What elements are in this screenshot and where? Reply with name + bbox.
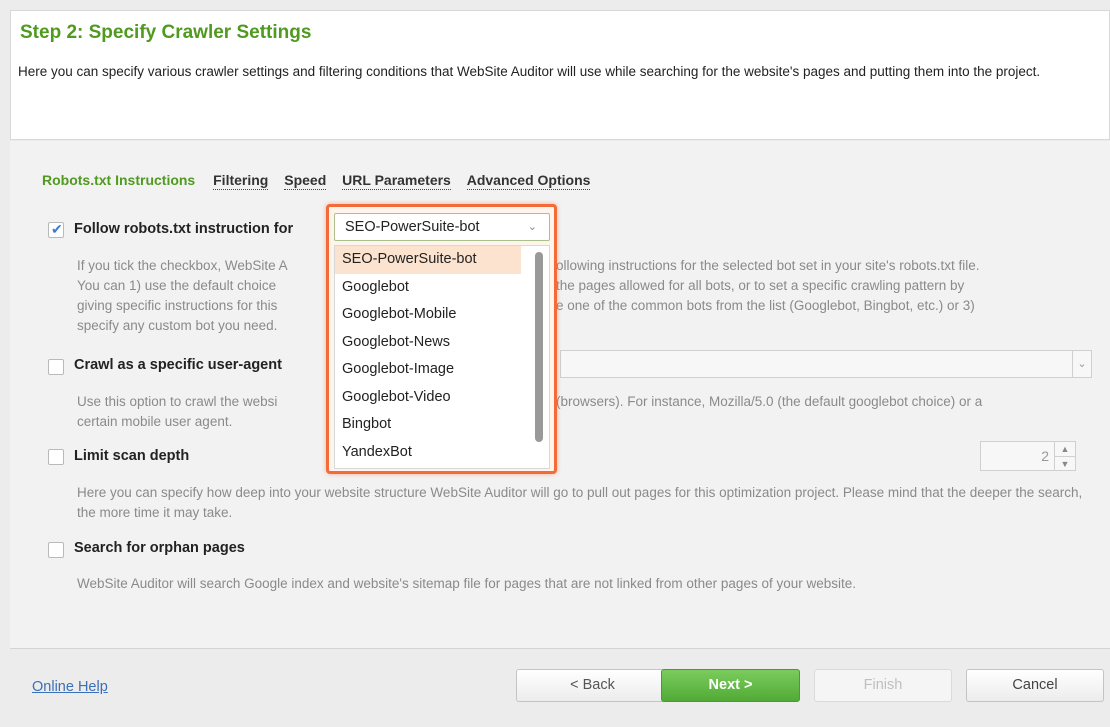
useragent-select[interactable]: ⌄ bbox=[560, 350, 1092, 378]
bot-select[interactable]: SEO-PowerSuite-bot ⌄ bbox=[334, 213, 550, 241]
bot-option-googlebot-news[interactable]: Googlebot-News bbox=[335, 329, 521, 357]
dropdown-scrollbar[interactable] bbox=[535, 252, 543, 442]
orphan-checkbox[interactable] bbox=[48, 542, 64, 558]
online-help-link[interactable]: Online Help bbox=[32, 679, 108, 695]
finish-button[interactable]: Finish bbox=[814, 669, 952, 702]
bot-option-yandexbot[interactable]: YandexBot bbox=[335, 439, 521, 467]
arrow-down-icon[interactable]: ▼ bbox=[1055, 457, 1075, 471]
bot-option-googlebot-mobile[interactable]: Googlebot-Mobile bbox=[335, 301, 521, 329]
cancel-button[interactable]: Cancel bbox=[966, 669, 1104, 702]
bot-option-googlebot[interactable]: Googlebot bbox=[335, 274, 521, 302]
orphan-help: WebSite Auditor will search Google index… bbox=[77, 576, 856, 591]
tab-speed[interactable]: Speed bbox=[284, 172, 327, 190]
robots-checkbox[interactable] bbox=[48, 221, 64, 238]
back-button[interactable]: < Back bbox=[516, 669, 669, 702]
depth-help: Here you can specify how deep into your … bbox=[77, 485, 1083, 520]
bot-option-seo-powersuite-bot[interactable]: SEO-PowerSuite-bot bbox=[335, 246, 521, 274]
chevron-down-icon[interactable]: ⌄ bbox=[528, 220, 537, 233]
bot-option-googlebot-video[interactable]: Googlebot-Video bbox=[335, 384, 521, 412]
arrow-up-icon[interactable]: ▲ bbox=[1055, 442, 1075, 457]
useragent-label: Crawl as a specific user-agent bbox=[74, 357, 282, 373]
useragent-help-left: Use this option to crawl the websi certa… bbox=[77, 392, 277, 432]
bot-select-value: SEO-PowerSuite-bot bbox=[345, 219, 480, 235]
depth-spinner[interactable]: ▲ ▼ bbox=[1054, 442, 1075, 470]
robots-help-line: specify any custom bot you need. bbox=[77, 318, 278, 333]
tab-filtering[interactable]: Filtering bbox=[213, 172, 269, 190]
robots-help-left: If you tick the checkbox, WebSite A You … bbox=[77, 256, 288, 336]
bot-dropdown-list: SEO-PowerSuite-bot Googlebot Googlebot-M… bbox=[334, 245, 550, 469]
useragent-help-line: Use this option to crawl the websi bbox=[77, 394, 278, 409]
tab-url-parameters[interactable]: URL Parameters bbox=[342, 172, 451, 190]
tab-advanced-options[interactable]: Advanced Options bbox=[466, 172, 591, 190]
orphan-label: Search for orphan pages bbox=[74, 540, 245, 556]
useragent-checkbox[interactable] bbox=[48, 359, 64, 375]
robots-help-line: ollowing instructions for the selected b… bbox=[556, 258, 980, 273]
robots-help-line: e one of the common bots from the list (… bbox=[556, 298, 975, 313]
depth-checkbox[interactable] bbox=[48, 449, 64, 465]
robots-label: Follow robots.txt instruction for bbox=[74, 221, 294, 237]
depth-label: Limit scan depth bbox=[74, 448, 190, 464]
robots-help-line: If you tick the checkbox, WebSite A bbox=[77, 258, 288, 273]
robots-help-line: giving specific instructions for this bbox=[77, 298, 278, 313]
bot-option-googlebot-image[interactable]: Googlebot-Image bbox=[335, 356, 521, 384]
page-title: Step 2: Specify Crawler Settings bbox=[20, 22, 312, 43]
tab-bar: Robots.txt Instructions Filtering Speed … bbox=[42, 172, 602, 190]
robots-help-line: You can 1) use the default choice bbox=[77, 278, 277, 293]
bot-dropdown-highlight: SEO-PowerSuite-bot ⌄ SEO-PowerSuite-bot … bbox=[326, 204, 557, 474]
robots-help-right: ollowing instructions for the selected b… bbox=[556, 256, 980, 316]
robots-help-line: the pages allowed for all bots, or to se… bbox=[556, 278, 965, 293]
next-button[interactable]: Next > bbox=[661, 669, 800, 702]
depth-stepper[interactable]: 2 ▲ ▼ bbox=[980, 441, 1076, 471]
page-description: Here you can specify various crawler set… bbox=[18, 64, 1041, 79]
useragent-help-line: certain mobile user agent. bbox=[77, 414, 233, 429]
chevron-down-icon[interactable]: ⌄ bbox=[1072, 351, 1091, 377]
useragent-help-right: (browsers). For instance, Mozilla/5.0 (t… bbox=[556, 394, 983, 409]
tab-robots-txt[interactable]: Robots.txt Instructions bbox=[42, 172, 195, 189]
bot-option-bingbot[interactable]: Bingbot bbox=[335, 411, 521, 439]
depth-value: 2 bbox=[1041, 448, 1049, 464]
